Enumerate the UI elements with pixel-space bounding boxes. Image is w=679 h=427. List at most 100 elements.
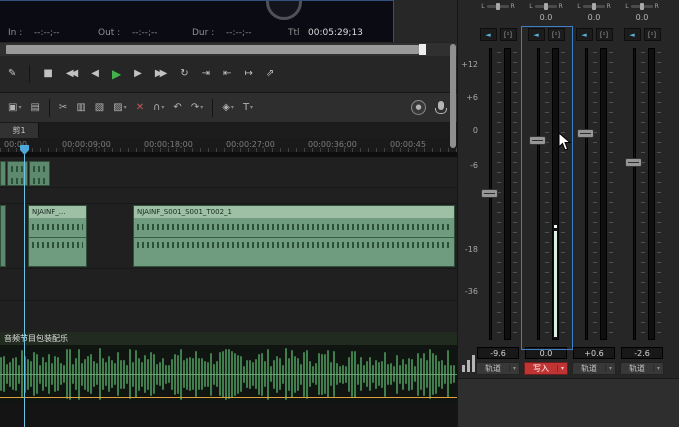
pan-control[interactable]: L R xyxy=(618,1,666,12)
mute-solo-row: ◄ [¹] xyxy=(618,28,666,41)
match-frame-icon: ◈ xyxy=(222,101,230,113)
mute-button[interactable]: ◄ xyxy=(623,28,641,41)
scrollbar-thumb[interactable] xyxy=(6,45,419,54)
divider xyxy=(212,98,214,117)
clip-waveform-texture xyxy=(137,242,451,248)
marker-pen-icon[interactable]: ✎ xyxy=(8,69,16,79)
mute-button[interactable]: ◄ xyxy=(479,28,497,41)
paste-button[interactable]: ▧ xyxy=(95,102,104,113)
pan-slider[interactable] xyxy=(486,3,509,10)
cut-button[interactable]: ✂ xyxy=(59,102,67,113)
pan-slider[interactable] xyxy=(582,3,605,10)
volume-fader[interactable] xyxy=(577,129,594,138)
undo-button[interactable]: ↶ xyxy=(173,102,181,113)
timeline-ruler[interactable]: 00:00 00:00:09;00 00:00:18;00 00:00:27;0… xyxy=(0,138,457,153)
solo-button[interactable]: [¹] xyxy=(595,28,613,41)
pan-knob[interactable] xyxy=(543,3,548,10)
stop-button[interactable]: ■ xyxy=(43,69,52,79)
clip-label: NJAINF_... xyxy=(29,206,86,218)
fader-track[interactable] xyxy=(585,48,588,340)
pan-knob[interactable] xyxy=(639,3,644,10)
fast-forward-button[interactable]: ▶▶ xyxy=(155,69,167,79)
loop-button[interactable]: ↻ xyxy=(180,69,188,79)
pan-value[interactable]: 0.0 xyxy=(570,13,618,22)
out-value[interactable]: --:--;-- xyxy=(132,28,158,38)
meter-display-icon[interactable] xyxy=(462,354,478,372)
export-button[interactable]: ⇗ xyxy=(266,69,274,79)
snap-button[interactable]: ∩ ▾ xyxy=(153,102,164,113)
volume-fader[interactable] xyxy=(625,158,642,167)
pan-knob[interactable] xyxy=(495,3,500,10)
pan-value[interactable]: 0.0 xyxy=(522,13,570,22)
pan-value[interactable]: 0.0 xyxy=(618,13,666,22)
mouse-cursor xyxy=(558,132,572,151)
gain-value[interactable]: -2.6 xyxy=(621,347,663,359)
pan-knob[interactable] xyxy=(591,3,596,10)
rewind-button[interactable]: ◀◀ xyxy=(66,69,78,79)
track-area[interactable]: NJAINF_... NJAINF_S001_S001_T002_1 xyxy=(0,157,457,332)
mute-button[interactable]: ◄ xyxy=(527,28,545,41)
mute-solo-row: ◄ [¹] xyxy=(570,28,618,41)
playhead-line[interactable] xyxy=(24,145,25,427)
save-button[interactable]: ▤ xyxy=(30,102,39,113)
sequence-tab[interactable]: 剪1 xyxy=(0,123,39,138)
copy-button[interactable]: ▥ xyxy=(76,102,85,113)
gain-value[interactable]: +0.6 xyxy=(573,347,615,359)
overwrite-edit-button[interactable]: ⇤ xyxy=(223,69,231,79)
match-frame-button[interactable]: ◈ ▾ xyxy=(222,101,234,113)
meter-ticks xyxy=(609,52,613,336)
automation-mode-dropdown[interactable]: 轨道 ▾ xyxy=(572,362,616,375)
mute-solo-row: ◄ [¹] xyxy=(522,28,570,41)
gain-value[interactable]: -9.6 xyxy=(477,347,519,359)
automation-mode-dropdown[interactable]: 轨道 ▾ xyxy=(620,362,664,375)
pan-slider[interactable] xyxy=(534,3,557,10)
volume-envelope-line[interactable] xyxy=(0,397,457,398)
clip-edge-sliver[interactable] xyxy=(0,161,6,186)
automation-mode-dropdown[interactable]: 写入 ▾ xyxy=(524,362,568,375)
pan-slider[interactable] xyxy=(630,3,653,10)
dur-value[interactable]: --:--;-- xyxy=(226,28,252,38)
solo-button[interactable]: [¹] xyxy=(547,28,565,41)
vertical-scrollbar[interactable] xyxy=(450,44,456,148)
mute-button[interactable]: ◄ xyxy=(575,28,593,41)
delete-button[interactable]: ✕ xyxy=(135,101,145,113)
delete-x-icon: ✕ xyxy=(135,101,145,113)
audio-track-section[interactable]: 音频节目包装配乐 xyxy=(0,332,457,427)
render-button[interactable]: ● xyxy=(411,100,426,115)
timeline-clip[interactable]: NJAINF_... xyxy=(28,205,87,267)
voiceover-button[interactable] xyxy=(435,101,447,114)
paste-special-button[interactable]: ▨ ▾ xyxy=(113,102,126,113)
in-value[interactable]: --:--;-- xyxy=(34,28,60,38)
text-tool-button[interactable]: T ▾ xyxy=(243,102,253,113)
volume-fader[interactable] xyxy=(529,136,546,145)
solo-button[interactable]: [¹] xyxy=(499,28,517,41)
pan-control[interactable]: L R xyxy=(570,1,618,12)
step-forward-button[interactable]: ▶ xyxy=(134,69,142,79)
pan-control[interactable]: L R xyxy=(522,1,570,12)
clip-edge-sliver[interactable] xyxy=(0,205,6,267)
extract-button[interactable]: ↦ xyxy=(244,69,252,79)
gain-value[interactable]: 0.0 xyxy=(525,347,567,359)
redo-button[interactable]: ↷ ▾ xyxy=(191,102,204,113)
audio-waveform[interactable] xyxy=(0,345,457,403)
volume-fader[interactable] xyxy=(481,189,498,198)
shuttle-dial[interactable] xyxy=(266,1,302,20)
fader-track[interactable] xyxy=(537,48,540,340)
play-button[interactable]: ▶ xyxy=(112,68,121,80)
insert-edit-button[interactable]: ⇥ xyxy=(202,69,210,79)
automation-mode-dropdown[interactable]: 轨道 ▾ xyxy=(476,362,520,375)
scrollbar-handle[interactable] xyxy=(419,44,426,55)
pan-right-label: R xyxy=(558,3,563,10)
step-back-button[interactable]: ◀ xyxy=(91,69,99,79)
solo-button[interactable]: [¹] xyxy=(643,28,661,41)
ruler-label: 00:00:45 xyxy=(390,140,426,149)
horizontal-scrollbar[interactable] xyxy=(0,43,457,56)
timeline-clip[interactable]: NJAINF_S001_S001_T002_1 xyxy=(133,205,455,267)
fader-ticks xyxy=(545,52,549,336)
pan-control[interactable]: L R xyxy=(474,1,522,12)
mute-solo-row: ◄ [¹] xyxy=(474,28,522,41)
chevron-down-icon: ▾ xyxy=(200,103,204,111)
timeline-clip[interactable] xyxy=(29,161,50,186)
track-insert-button[interactable]: ▣ ▾ xyxy=(8,102,21,113)
fader-track[interactable] xyxy=(633,48,636,340)
